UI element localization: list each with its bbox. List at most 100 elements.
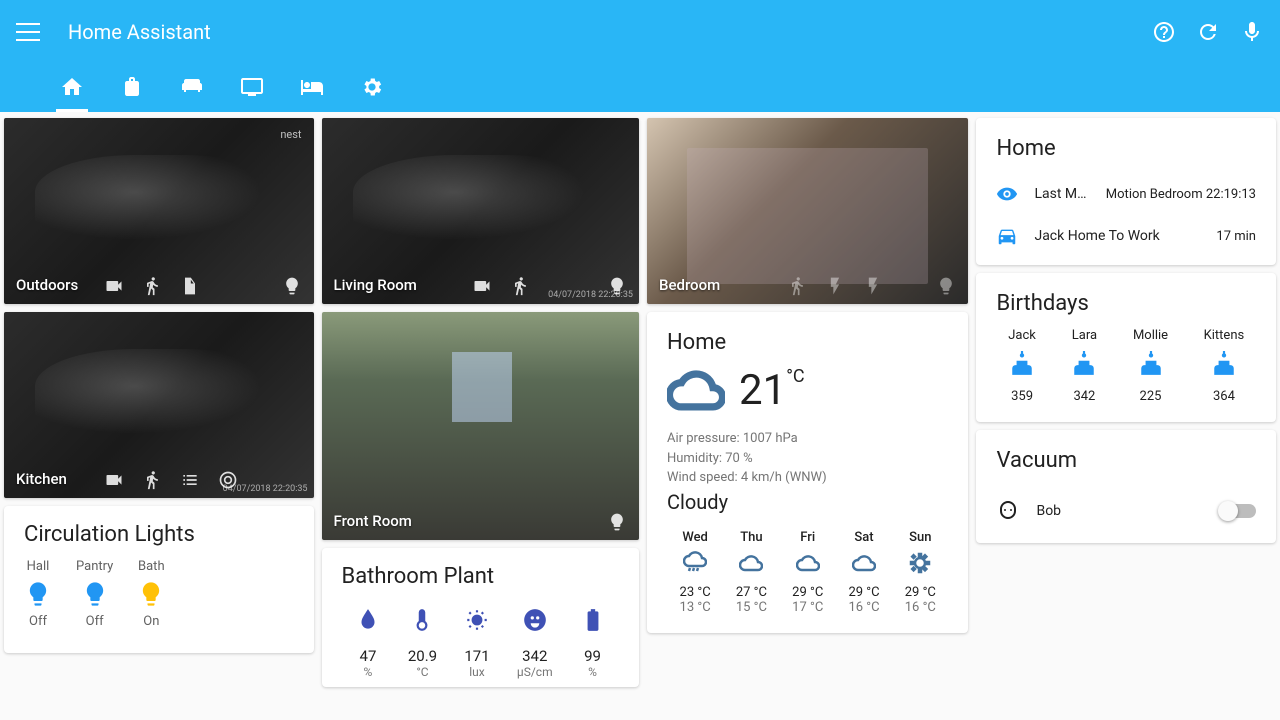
forecast-sun[interactable]: Sun 29 °C 16 °C: [905, 530, 936, 615]
plant-value: 342: [517, 647, 553, 665]
tab-kitchen[interactable]: [116, 64, 148, 112]
tab-living[interactable]: [176, 64, 208, 112]
plant-temperature[interactable]: 20.9 °C: [408, 607, 437, 679]
home-row[interactable]: Last Motion … Motion Bedroom 22:19:13: [976, 173, 1276, 215]
row-value: Motion Bedroom 22:19:13: [1106, 187, 1256, 202]
plant-unit: %: [355, 665, 381, 679]
light-bath[interactable]: Bath On: [137, 559, 165, 629]
bulb-icon: [24, 580, 52, 608]
camera-outdoors[interactable]: nest Outdoors: [4, 118, 314, 304]
light-name: Bath: [138, 559, 165, 574]
temp-high: 23 °C: [680, 585, 711, 600]
tab-home[interactable]: [56, 64, 88, 112]
camera-living-room[interactable]: Living Room 04/07/2018 22:20:35: [322, 118, 639, 304]
walk-icon[interactable]: [510, 276, 530, 296]
rain-icon: [683, 551, 707, 575]
light-pantry[interactable]: Pantry Off: [76, 559, 113, 629]
light-name: Pantry: [76, 559, 113, 574]
current-temp: 21: [739, 366, 786, 415]
forecast-wed[interactable]: Wed 23 °C 13 °C: [680, 530, 711, 615]
tab-settings[interactable]: [356, 64, 388, 112]
cake-icon: [1211, 351, 1237, 377]
walk-icon[interactable]: [787, 276, 807, 296]
birthday-days: 225: [1133, 389, 1168, 404]
temp-low: 13 °C: [680, 600, 711, 615]
bulb-icon[interactable]: [936, 276, 956, 296]
refresh-icon[interactable]: [1196, 20, 1220, 44]
plant-value: 47: [355, 647, 381, 665]
bolt-icon[interactable]: [825, 276, 845, 296]
conductivity-icon: [522, 607, 548, 633]
light-hall[interactable]: Hall Off: [24, 559, 52, 629]
bolt-icon[interactable]: [863, 276, 883, 296]
camera-front-room[interactable]: Front Room: [322, 312, 639, 540]
sofa-icon: [180, 75, 204, 99]
plant-unit: lux: [464, 665, 490, 679]
video-icon[interactable]: [104, 470, 124, 490]
temperature-icon: [409, 607, 435, 633]
circulation-lights-card: Circulation Lights Hall Off Pantry Off B…: [4, 506, 314, 653]
birthday-mollie[interactable]: Mollie 225: [1133, 328, 1168, 404]
birthday-jack[interactable]: Jack 359: [1008, 328, 1036, 404]
bulb-icon: [137, 580, 165, 608]
wind: Wind speed: 4 km/h (WNW): [667, 468, 948, 488]
vacuum-card: Vacuum Bob: [976, 430, 1276, 543]
camera-kitchen[interactable]: Kitchen 04/07/2018 22:20:35: [4, 312, 314, 498]
card-title: Birthdays: [976, 273, 1276, 328]
forecast-sat[interactable]: Sat 29 °C 16 °C: [848, 530, 879, 615]
home-icon: [60, 75, 84, 99]
door-icon[interactable]: [180, 276, 200, 296]
plant-battery[interactable]: 99 %: [580, 607, 606, 679]
menu-button[interactable]: [16, 20, 40, 44]
weather-card: Home 21°C Air pressure: 1007 hPa Humidit…: [647, 312, 968, 633]
light-state: On: [143, 614, 159, 629]
day-name: Fri: [792, 530, 823, 545]
robot-vacuum-icon: [996, 499, 1020, 523]
light-name: Hall: [27, 559, 50, 574]
day-name: Thu: [736, 530, 767, 545]
cake-icon: [1009, 351, 1035, 377]
camera-label: Kitchen: [16, 470, 67, 488]
cloud-icon: [667, 361, 725, 419]
temp-high: 27 °C: [736, 585, 767, 600]
tab-bedroom[interactable]: [296, 64, 328, 112]
temp-high: 29 °C: [792, 585, 823, 600]
home-row[interactable]: Jack Home To Work 17 min: [976, 215, 1276, 257]
forecast-fri[interactable]: Fri 29 °C 17 °C: [792, 530, 823, 615]
timestamp: 04/07/2018 22:20:35: [548, 290, 633, 300]
help-icon[interactable]: [1152, 20, 1176, 44]
plant-moisture[interactable]: 47 %: [355, 607, 381, 679]
walk-icon[interactable]: [142, 276, 162, 296]
list-icon[interactable]: [180, 470, 200, 490]
car-icon: [996, 225, 1018, 247]
temp-high: 29 °C: [848, 585, 879, 600]
bulb-icon[interactable]: [282, 276, 302, 296]
temp-low: 16 °C: [848, 600, 879, 615]
video-icon[interactable]: [104, 276, 124, 296]
forecast-thu[interactable]: Thu 27 °C 15 °C: [736, 530, 767, 615]
camera-bedroom[interactable]: Bedroom: [647, 118, 968, 304]
birthday-kittens[interactable]: Kittens 364: [1204, 328, 1245, 404]
vacuum-toggle[interactable]: [1220, 504, 1256, 518]
tab-media[interactable]: [236, 64, 268, 112]
timestamp: 04/07/2018 22:20:35: [223, 484, 308, 494]
plant-unit: °C: [408, 665, 437, 679]
temp-high: 29 °C: [905, 585, 936, 600]
birthday-lara[interactable]: Lara 342: [1071, 328, 1097, 404]
plant-conductivity[interactable]: 342 µS/cm: [517, 607, 553, 679]
card-title: Bathroom Plant: [342, 564, 619, 589]
birthday-name: Kittens: [1204, 328, 1245, 343]
birthday-name: Mollie: [1133, 328, 1168, 343]
plant-value: 99: [580, 647, 606, 665]
battery-icon: [580, 607, 606, 633]
temp-unit: °C: [786, 366, 804, 387]
cloud-icon: [852, 551, 876, 575]
video-icon[interactable]: [472, 276, 492, 296]
plant-brightness[interactable]: 171 lux: [464, 607, 490, 679]
mic-icon[interactable]: [1240, 20, 1264, 44]
row-label: Jack Home To Work: [1034, 228, 1200, 244]
bulb-icon[interactable]: [607, 512, 627, 532]
camera-label: Living Room: [334, 276, 417, 294]
light-state: Off: [86, 614, 104, 629]
walk-icon[interactable]: [142, 470, 162, 490]
